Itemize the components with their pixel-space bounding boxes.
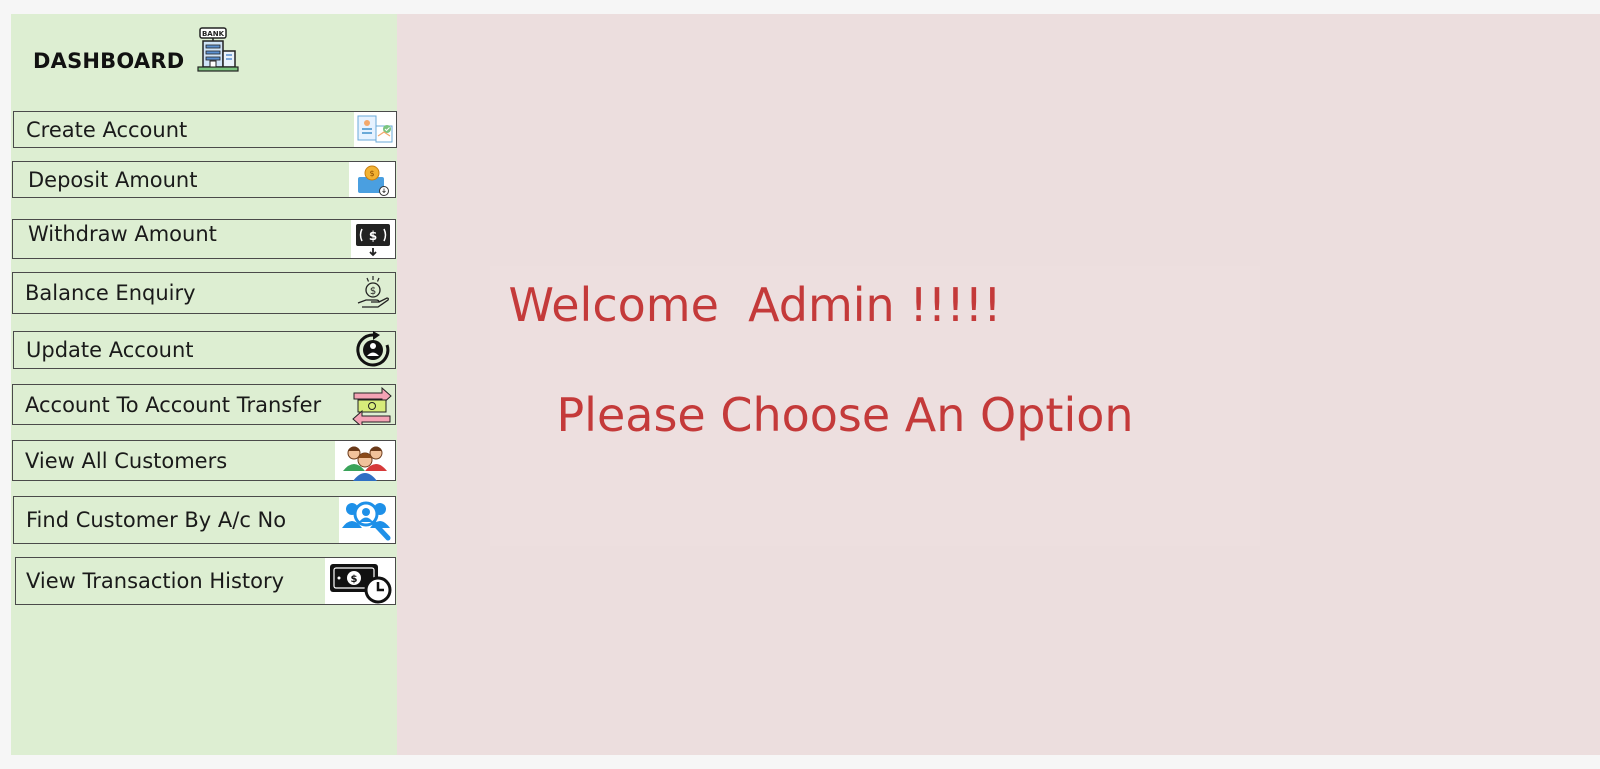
- svg-text:BANK: BANK: [202, 30, 225, 38]
- create-account-icon: [354, 112, 396, 147]
- svg-text:$: $: [369, 169, 374, 178]
- welcome-panel: Welcome Admin !!!!! Please Choose An Opt…: [490, 266, 1260, 546]
- customers-icon: [335, 441, 395, 481]
- find-customer-label: Find Customer By A/c No: [26, 508, 287, 532]
- find-customer-button[interactable]: Find Customer By A/c No: [13, 496, 396, 544]
- withdraw-icon: $: [351, 220, 395, 258]
- choose-option-message: Please Choose An Option: [556, 388, 1134, 442]
- find-customer-icon: [339, 497, 395, 543]
- create-account-button[interactable]: Create Account: [13, 111, 397, 148]
- withdraw-amount-label: Withdraw Amount: [28, 222, 217, 246]
- deposit-icon: $: [349, 162, 395, 197]
- main-content-area: Welcome Admin !!!!! Please Choose An Opt…: [397, 14, 1600, 755]
- transaction-history-button[interactable]: View Transaction History $: [15, 557, 396, 605]
- update-account-button[interactable]: Update Account: [13, 331, 396, 369]
- welcome-message: Welcome Admin !!!!!: [508, 278, 1002, 332]
- svg-text:$: $: [351, 574, 358, 585]
- deposit-amount-label: Deposit Amount: [28, 167, 198, 192]
- svg-text:$: $: [369, 229, 377, 243]
- view-all-customers-label: View All Customers: [25, 448, 228, 473]
- dashboard-title: DASHBOARD: [33, 49, 185, 73]
- bank-icon: BANK: [194, 27, 240, 73]
- create-account-label: Create Account: [26, 117, 188, 142]
- transaction-history-icon: $: [325, 558, 395, 604]
- transfer-icon: [349, 385, 395, 425]
- balance-enquiry-label: Balance Enquiry: [25, 281, 196, 305]
- account-transfer-button[interactable]: Account To Account Transfer: [12, 384, 396, 425]
- update-account-label: Update Account: [26, 338, 194, 362]
- update-account-icon: [351, 331, 395, 368]
- account-transfer-label: Account To Account Transfer: [25, 392, 322, 417]
- transaction-history-label: View Transaction History: [26, 569, 285, 593]
- balance-enquiry-button[interactable]: Balance Enquiry $: [12, 272, 396, 314]
- withdraw-amount-button[interactable]: Withdraw Amount $: [12, 219, 396, 259]
- view-all-customers-button[interactable]: View All Customers: [12, 440, 396, 481]
- deposit-amount-button[interactable]: Deposit Amount $: [12, 161, 396, 198]
